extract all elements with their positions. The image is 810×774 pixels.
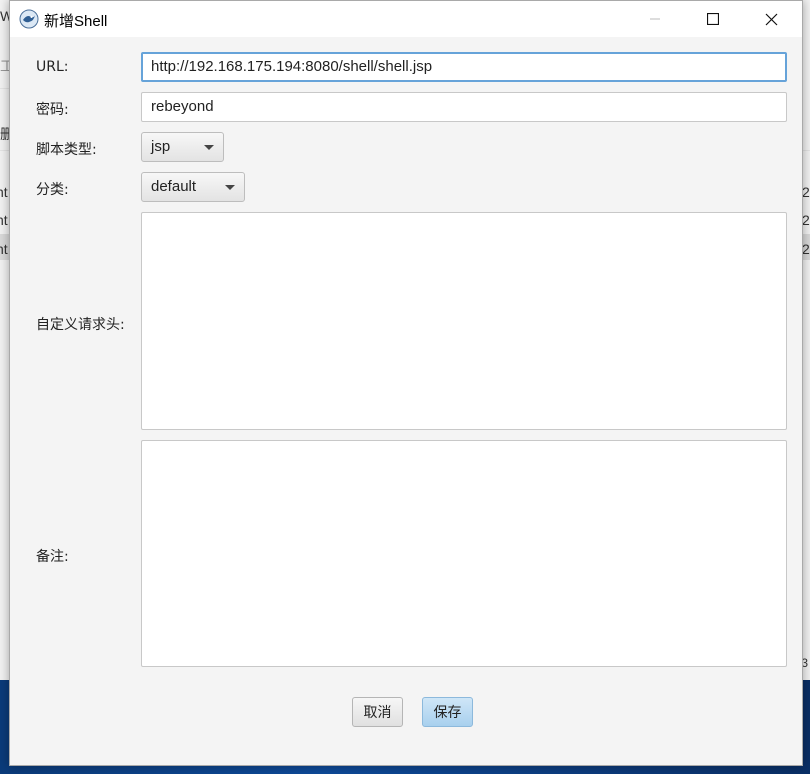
minimize-icon bbox=[650, 18, 660, 20]
title-bar[interactable]: 新增Shell bbox=[10, 1, 802, 37]
script-type-value: jsp bbox=[151, 138, 171, 155]
bg-text: nt bbox=[0, 241, 8, 257]
cancel-button[interactable]: 取消 bbox=[352, 697, 403, 727]
save-button[interactable]: 保存 bbox=[422, 697, 473, 727]
url-label: URL: bbox=[36, 59, 69, 75]
bg-text: nt bbox=[0, 184, 8, 200]
category-label: 分类: bbox=[36, 182, 69, 198]
bg-divider bbox=[0, 88, 9, 89]
bg-text: 2 bbox=[802, 212, 810, 228]
bg-divider bbox=[0, 150, 9, 151]
close-button[interactable] bbox=[742, 1, 800, 37]
app-logo-icon bbox=[19, 9, 39, 29]
custom-headers-textarea[interactable] bbox=[141, 212, 787, 430]
password-input[interactable]: rebeyond bbox=[141, 92, 787, 122]
url-input[interactable]: http://192.168.175.194:8080/shell/shell.… bbox=[141, 52, 787, 82]
script-type-label: 脚本类型: bbox=[36, 142, 97, 158]
password-label: 密码: bbox=[36, 102, 69, 118]
dialog-title: 新增Shell bbox=[44, 13, 108, 30]
category-value: default bbox=[151, 178, 197, 195]
bg-text: nt bbox=[0, 212, 8, 228]
chevron-down-icon bbox=[225, 185, 235, 190]
minimize-button[interactable] bbox=[626, 1, 684, 37]
bg-text: 2 bbox=[802, 184, 810, 200]
chevron-down-icon bbox=[204, 145, 214, 150]
custom-headers-label: 自定义请求头: bbox=[36, 317, 125, 333]
maximize-button[interactable] bbox=[684, 1, 742, 37]
category-select[interactable]: default bbox=[141, 172, 245, 202]
notes-textarea[interactable] bbox=[141, 440, 787, 667]
new-shell-dialog: 新增Shell URL: http://192.168.175.194:8080… bbox=[9, 0, 803, 766]
script-type-select[interactable]: jsp bbox=[141, 132, 224, 162]
notes-label: 备注: bbox=[36, 549, 69, 565]
close-icon bbox=[765, 13, 777, 25]
bg-text: 2 bbox=[802, 241, 810, 257]
maximize-icon bbox=[707, 13, 719, 25]
